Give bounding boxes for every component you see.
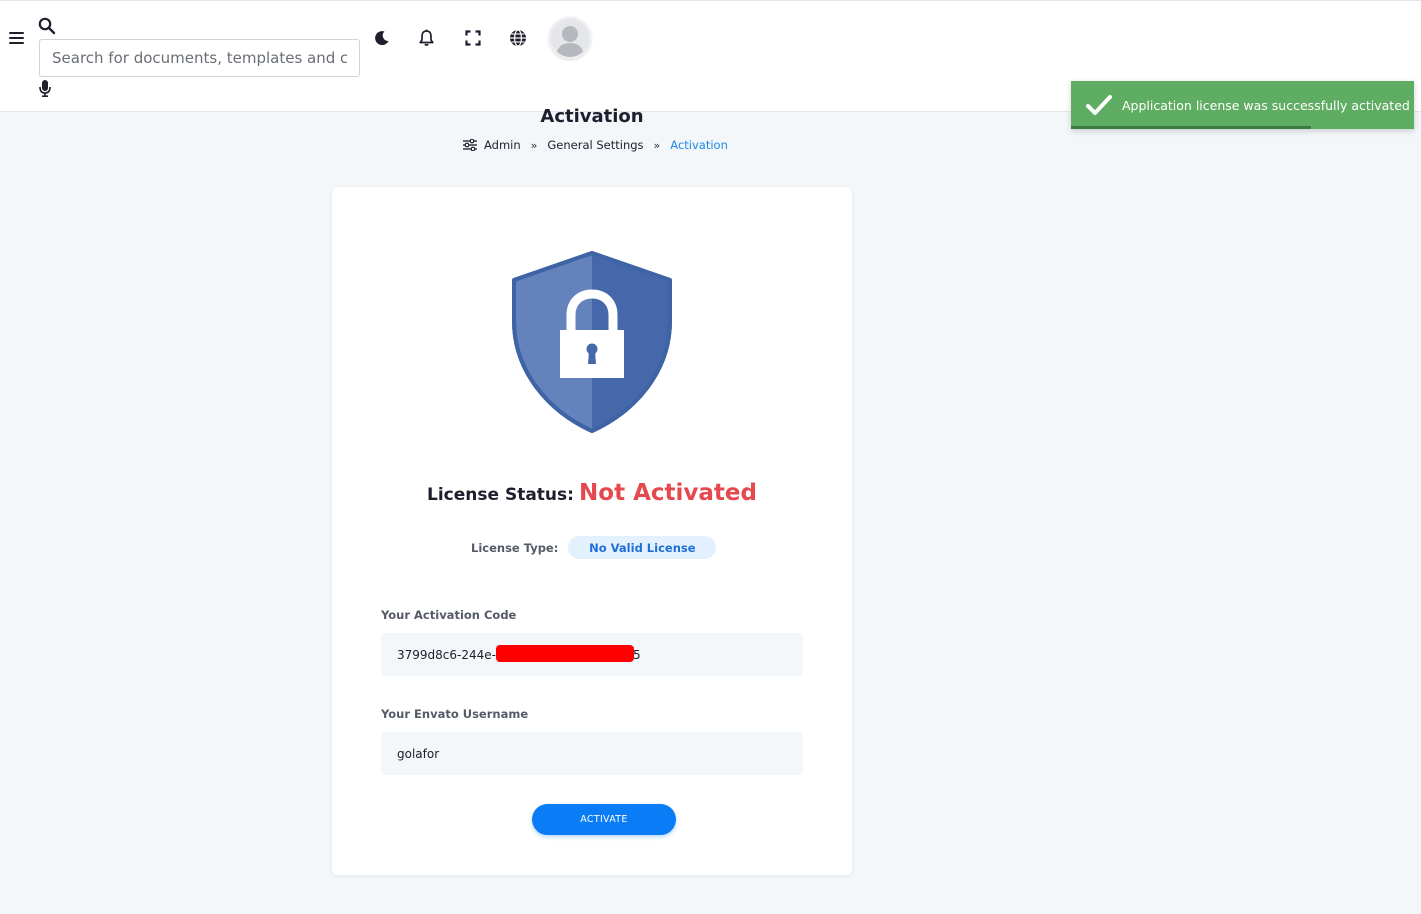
license-type: License Type: No Valid License [471, 536, 717, 559]
envato-username-label: Your Envato Username [381, 707, 529, 721]
breadcrumb-separator: » [653, 138, 661, 152]
hamburger-icon[interactable] [9, 32, 24, 45]
search-icon[interactable] [38, 17, 56, 35]
moon-icon[interactable] [372, 28, 392, 48]
activation-code-label: Your Activation Code [381, 608, 517, 622]
breadcrumb-separator: » [530, 138, 538, 152]
license-status: License Status: Not Activated [332, 480, 852, 506]
activate-button[interactable]: ACTIVATE [532, 804, 676, 835]
redaction-mark [496, 645, 634, 662]
search-input[interactable] [39, 39, 360, 77]
envato-username-input[interactable] [381, 732, 803, 775]
license-status-value: Not Activated [579, 480, 757, 506]
user-avatar[interactable] [549, 17, 591, 59]
license-status-label: License Status: [427, 485, 574, 505]
breadcrumb-admin[interactable]: Admin [484, 138, 521, 152]
activation-card: License Status: Not Activated License Ty… [332, 187, 852, 875]
globe-icon[interactable] [508, 28, 528, 48]
bell-icon[interactable] [416, 28, 436, 48]
sliders-icon [463, 139, 477, 151]
breadcrumb: Admin » General Settings » Activation [463, 138, 728, 152]
license-type-badge: No Valid License [568, 536, 717, 559]
shield-lock-icon [512, 251, 672, 433]
license-type-label: License Type: [471, 540, 559, 555]
breadcrumb-general-settings[interactable]: General Settings [547, 138, 643, 152]
breadcrumb-activation: Activation [670, 138, 728, 152]
microphone-icon[interactable] [39, 80, 51, 97]
expand-icon[interactable] [463, 28, 483, 48]
page-title: Activation [540, 106, 644, 127]
